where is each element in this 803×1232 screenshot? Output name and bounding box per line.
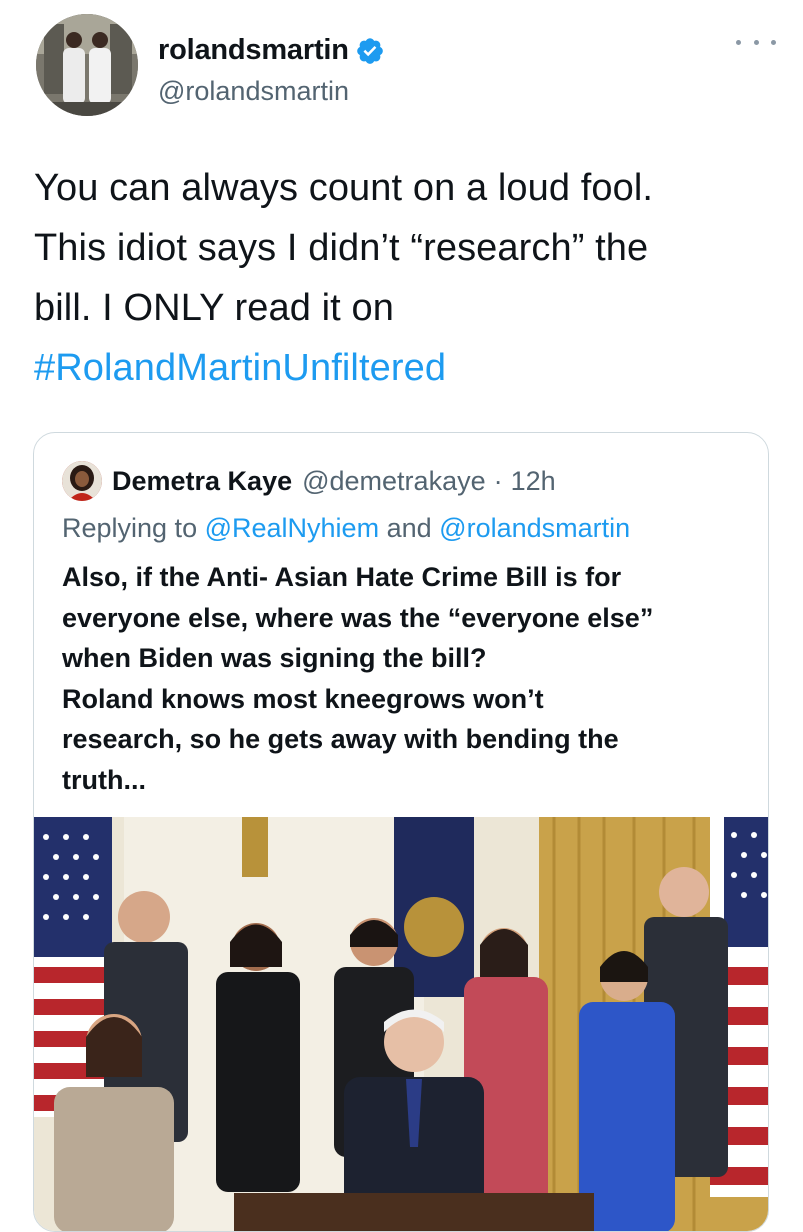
replying-prefix: Replying to [62,513,198,543]
author-avatar[interactable] [36,14,138,116]
hashtag-link[interactable]: #RolandMartinUnfiltered [34,338,774,398]
reply-mention-realnyhiem[interactable]: @RealNyhiem [205,513,379,543]
quoted-text-line: research, so he gets away with bending t… [62,724,619,754]
author-name[interactable]: rolandsmartin [158,34,349,67]
quoted-author-avatar [62,461,102,501]
quoted-author-handle[interactable]: @demetrakaye [302,466,486,497]
quoted-tweet-photo[interactable] [34,817,768,1231]
bill-signing-photo [34,817,768,1231]
more-dot [736,39,741,45]
quoted-text-line: Roland knows most kneegrows won’t [62,683,544,714]
quoted-text-line: truth... [62,764,146,795]
author-handle[interactable]: @rolandsmartin [158,76,349,107]
tweet-text-line: This idiot says I didn’t “research” the [34,227,649,269]
quoted-tweet-header: Demetra Kaye @demetrakaye · 12h [62,461,556,501]
avatar-photo [36,14,138,116]
quoted-timestamp: 12h [510,465,556,496]
tweet-text: You can always count on a loud fool. Thi… [34,158,774,398]
quoted-text-line: when Biden was signing the bill? [62,643,487,673]
more-dot [771,39,776,45]
quoted-author-name[interactable]: Demetra Kaye [112,466,292,497]
quoted-tweet-text: Also, if the Anti- Asian Hate Crime Bill… [62,557,752,800]
more-options-icon[interactable] [736,34,776,50]
quoted-text-line: Also, if the Anti- Asian Hate Crime Bill… [62,562,622,592]
verified-badge-icon [356,37,383,64]
tweet-header: rolandsmartin @rolandsmartin [36,14,776,116]
quoted-avatar-photo [62,461,102,501]
quoted-text-line: everyone else, where was the “everyone e… [62,602,654,633]
more-dot [753,39,759,45]
quoted-separator: · [493,465,503,496]
replying-to: Replying to @RealNyhiem and @rolandsmart… [62,513,630,544]
author-name-row: rolandsmartin [158,34,385,67]
tweet-text-line: bill. I ONLY read it on [34,287,394,329]
reply-mention-rolandsmartin[interactable]: @rolandsmartin [439,513,630,543]
quoted-tweet-card[interactable]: Demetra Kaye @demetrakaye · 12h Replying… [33,432,769,1232]
tweet-text-line: You can always count on a loud fool. [34,167,654,209]
replying-and: and [386,513,432,543]
